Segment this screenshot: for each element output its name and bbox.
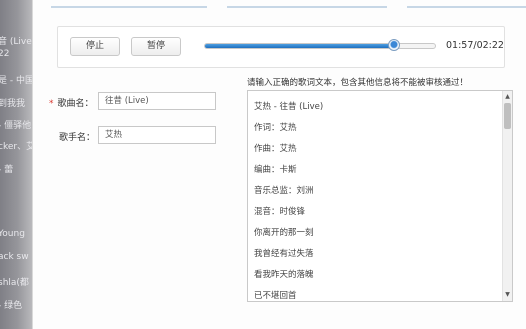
song-name-label-text: 歌曲名： [57, 99, 94, 109]
required-mark: * [49, 99, 54, 109]
background-list-item: - 绿色 [0, 301, 23, 311]
scroll-thumb[interactable] [504, 103, 511, 129]
tab-divider [227, 6, 387, 8]
background-list-item: shla(都 [0, 278, 29, 288]
lyric-line: 我曾经有过失落 [254, 249, 314, 259]
song-name-input[interactable]: 往昔 (Live) [98, 92, 216, 110]
lyric-line: 混音：时俊锋 [254, 207, 306, 217]
background-list-item: - 僵驿他 [0, 121, 32, 131]
background-list-item: ack sw [0, 252, 29, 262]
stop-button[interactable]: 停止 [70, 37, 120, 56]
background-list-item: 到我我 [0, 99, 26, 109]
lyric-line: 艾热 - 往昔 (Live) [254, 102, 324, 112]
song-name-label: * 歌曲名： [49, 96, 94, 109]
singer-label: 歌手名： [59, 133, 96, 143]
tab-divider [407, 6, 526, 8]
background-song-list: 音 (Live 22 是 - 中国 到我我 - 僵驿他 cker、艾 - 蕾 Y… [0, 0, 32, 329]
background-list-item: cker、艾 [0, 142, 32, 152]
background-list-item: - 蕾 [0, 165, 14, 175]
lyric-line: 作曲：艾热 [254, 144, 297, 154]
background-list-item: Young [0, 229, 25, 239]
lyric-line: 编曲：卡斯 [254, 165, 297, 175]
lyric-line: 看我昨天的落魄 [254, 270, 314, 280]
background-list-item: 是 - 中国 [0, 76, 32, 86]
lyrics-textarea[interactable]: 艾热 - 往昔 (Live) 作词：艾热 作曲：艾热 编曲：卡斯 音乐总监：刘洲… [247, 90, 513, 302]
lyrics-scrollbar[interactable]: ▲ ▼ [502, 91, 512, 301]
lyrics-notice: 请输入正确的歌词文本，包含其他信息将不能被审核通过！ [247, 78, 469, 88]
lyric-line: 作词：艾热 [254, 123, 297, 133]
lyric-line: 已不堪回首 [254, 291, 297, 301]
scroll-down-arrow-icon[interactable]: ▼ [503, 290, 512, 300]
singer-input[interactable]: 艾热 [98, 126, 216, 144]
progress-fill [205, 44, 394, 48]
background-list-item: 音 (Live [0, 37, 32, 47]
lyric-line: 音乐总监：刘洲 [254, 186, 314, 196]
playback-progress-bar[interactable] [204, 39, 436, 51]
lyric-line: 你离开的那一刻 [254, 228, 314, 238]
pause-button[interactable]: 暂停 [131, 37, 181, 56]
playback-time: 01:57/02:22 [446, 40, 504, 51]
lyrics-upload-panel: 停止 暂停 01:57/02:22 * 歌曲名： 往昔 (Live) 歌手名： 艾… [32, 0, 526, 329]
scroll-up-arrow-icon[interactable]: ▲ [503, 92, 512, 102]
top-tab-strip [51, 6, 526, 12]
tab-divider [51, 6, 207, 8]
background-list-item: 22 [0, 49, 10, 59]
progress-knob[interactable] [387, 39, 400, 51]
audio-player: 停止 暂停 01:57/02:22 [57, 26, 505, 68]
